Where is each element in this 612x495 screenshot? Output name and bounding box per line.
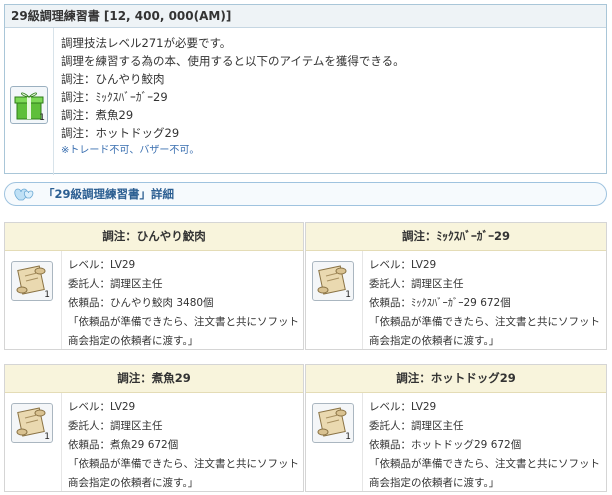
quest-desc: 商会指定の依頼者に渡す。」 [369, 477, 500, 489]
quest-level: レベル：LV29 [369, 401, 437, 413]
heart-icon [14, 188, 34, 201]
quest-card: 調注：ひんやり鮫肉 1 レベル：LV29 委託人：調理区主任 依頼品：ひんやり鮫… [4, 222, 304, 350]
scroll-icon[interactable]: 1 [11, 403, 53, 443]
scroll-icon[interactable]: 1 [312, 403, 354, 443]
quest-item: 依頼品：ホットドッグ29 672個 [369, 439, 522, 451]
quest-quantity: 1 [345, 432, 351, 442]
quest-title: 調注：ﾐｯｸｽﾊﾞｰｶﾞｰ29 [306, 223, 606, 251]
item-quantity: 1 [39, 113, 45, 123]
quest-desc: 商会指定の依頼者に渡す。」 [68, 477, 199, 489]
quest-quantity: 1 [44, 432, 50, 442]
divider [61, 393, 62, 491]
quest-client: 委託人：調理区主任 [369, 278, 464, 290]
quest-details: レベル：LV29 委託人：調理区主任 依頼品：ひんやり鮫肉 3480個 「依頼品… [68, 256, 299, 351]
quest-title: 調注：ひんやり鮫肉 [5, 223, 303, 251]
item-note: ※トレード不可、バザー不可。 [61, 145, 200, 156]
quest-level: レベル：LV29 [68, 401, 136, 413]
quest-client: 委託人：調理区主任 [68, 420, 163, 432]
quest-item: 依頼品：煮魚29 672個 [68, 439, 179, 451]
quest-details: レベル：LV29 委託人：調理区主任 依頼品：ﾐｯｸｽﾊﾞｰｶﾞｰ29 672個… [369, 256, 600, 351]
quest-desc: 「依頼品が準備できたら、注文書と共にソフット [369, 316, 600, 328]
quest-quantity: 1 [44, 290, 50, 300]
item-line: 調注：ホットドッグ29 [61, 126, 180, 140]
quest-details: レベル：LV29 委託人：調理区主任 依頼品：ホットドッグ29 672個 「依頼… [369, 398, 600, 493]
item-description: 調理技法レベル271が必要です。 調理を練習する為の本、使用すると以下のアイテム… [61, 34, 405, 160]
quest-item: 依頼品：ひんやり鮫肉 3480個 [68, 297, 214, 309]
quest-desc: 商会指定の依頼者に渡す。」 [68, 335, 199, 347]
quest-level: レベル：LV29 [369, 259, 437, 271]
item-card: 29級調理練習書 [12, 400, 000(AM)] 1 調理技法レベル271… [4, 4, 607, 175]
item-line: 調注：ﾐｯｸｽﾊﾞｰｶﾞｰ29 [61, 90, 168, 104]
divider [61, 251, 62, 349]
quest-card: 調注：ﾐｯｸｽﾊﾞｰｶﾞｰ29 1 レベル：LV29 委託人：調理区主任 依頼品… [305, 222, 607, 350]
quest-desc: 「依頼品が準備できたら、注文書と共にソフット [68, 458, 299, 470]
scroll-icon[interactable]: 1 [312, 261, 354, 301]
quest-desc: 商会指定の依頼者に渡す。」 [369, 335, 500, 347]
quest-item: 依頼品：ﾐｯｸｽﾊﾞｰｶﾞｰ29 672個 [369, 297, 511, 309]
quest-card: 調注：煮魚29 1 レベル：LV29 委託人：調理区主任 依頼品：煮魚29 67… [4, 364, 304, 492]
item-body: 1 調理技法レベル271が必要です。 調理を練習する為の本、使用すると以下のアイ… [5, 28, 606, 175]
details-section-header: 「29級調理練習書」詳細 [4, 182, 607, 206]
divider [362, 251, 363, 349]
quest-title: 調注：煮魚29 [5, 365, 303, 393]
quest-card: 調注：ホットドッグ29 1 レベル：LV29 委託人：調理区主任 依頼品：ホット… [305, 364, 607, 492]
quest-client: 委託人：調理区主任 [369, 420, 464, 432]
item-line: 調理を練習する為の本、使用すると以下のアイテムを獲得できる。 [61, 54, 405, 68]
section-title: 「29級調理練習書」詳細 [43, 187, 175, 201]
item-line: 調注：ひんやり鮫肉 [61, 72, 165, 86]
item-line: 調注：煮魚29 [61, 108, 134, 122]
quest-level: レベル：LV29 [68, 259, 136, 271]
item-title: 29級調理練習書 [12, 400, 000(AM)] [5, 5, 606, 28]
quest-title: 調注：ホットドッグ29 [306, 365, 606, 393]
item-icon-cell: 1 [5, 28, 54, 175]
quest-details: レベル：LV29 委託人：調理区主任 依頼品：煮魚29 672個 「依頼品が準備… [68, 398, 299, 493]
quest-client: 委託人：調理区主任 [68, 278, 163, 290]
quest-desc: 「依頼品が準備できたら、注文書と共にソフット [68, 316, 299, 328]
gift-box-icon[interactable]: 1 [10, 86, 48, 124]
quest-grid: 調注：ひんやり鮫肉 1 レベル：LV29 委託人：調理区主任 依頼品：ひんやり鮫… [4, 222, 607, 492]
scroll-icon[interactable]: 1 [11, 261, 53, 301]
quest-desc: 「依頼品が準備できたら、注文書と共にソフット [369, 458, 600, 470]
divider [362, 393, 363, 491]
item-line: 調理技法レベル271が必要です。 [61, 36, 232, 50]
quest-quantity: 1 [345, 290, 351, 300]
